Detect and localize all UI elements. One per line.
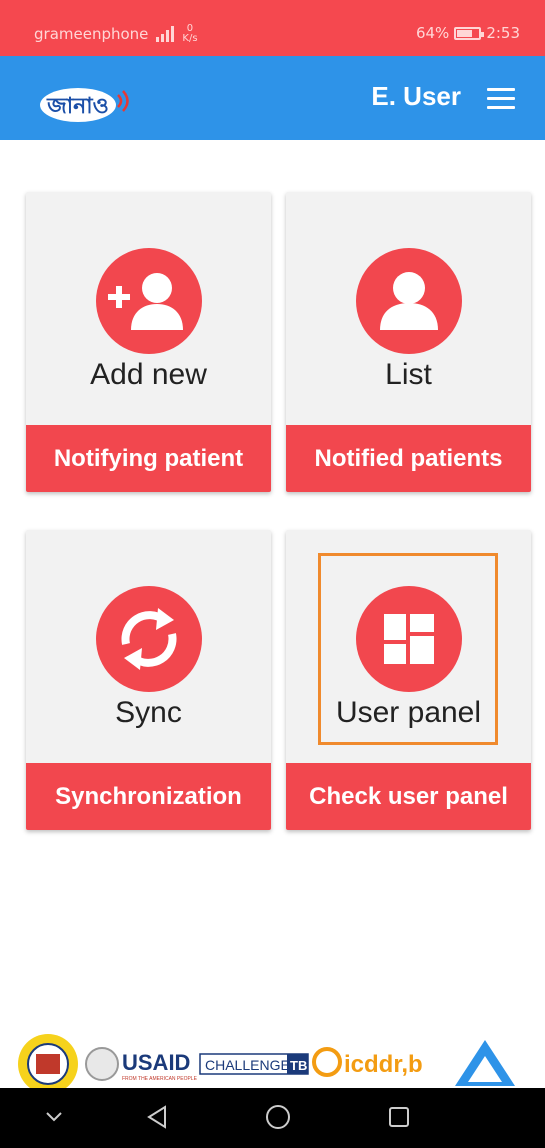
user-icon	[356, 248, 462, 354]
recent-apps-icon[interactable]	[387, 1105, 411, 1129]
health-ministry-logo	[455, 1040, 515, 1086]
status-right: 64% 2:53	[416, 24, 520, 42]
card-title: List	[385, 358, 432, 391]
add-new-card[interactable]: Add new Notifying patient	[26, 192, 271, 492]
battery-percent: 64%	[415, 24, 450, 42]
menu-icon[interactable]	[487, 88, 515, 110]
notifying-patient-button[interactable]: Notifying patient	[26, 425, 271, 492]
back-icon[interactable]	[146, 1104, 168, 1130]
card-title: Sync	[115, 696, 182, 729]
signal-icon	[156, 26, 175, 42]
svg-text:icddr,b: icddr,b	[344, 1051, 423, 1078]
add-user-icon	[96, 248, 202, 354]
selection-highlight	[318, 553, 498, 745]
sync-icon	[96, 586, 202, 692]
status-bar: grameenphone 0 K/s 64% 2:53	[0, 0, 545, 56]
clock: 2:53	[486, 24, 520, 42]
navigation-bar	[0, 1088, 545, 1148]
app-logo[interactable]: জানাও	[38, 83, 138, 125]
list-card[interactable]: List Notified patients	[286, 192, 531, 492]
network-speed: 0 K/s	[182, 24, 197, 44]
battery-icon	[454, 26, 485, 40]
user-name: E. User	[371, 81, 461, 111]
synchronization-button[interactable]: Synchronization	[26, 763, 271, 830]
svg-text:USAID: USAID	[122, 1050, 190, 1075]
govt-seal-logo	[18, 1034, 78, 1094]
home-icon[interactable]	[265, 1104, 291, 1130]
sync-card[interactable]: Sync Synchronization	[26, 530, 271, 830]
svg-text:CHALLENGE: CHALLENGE	[205, 1057, 290, 1073]
notified-patients-button[interactable]: Notified patients	[286, 425, 531, 492]
svg-text:TB: TB	[290, 1058, 307, 1073]
usaid-logo: USAID FROM THE AMERICAN PEOPLE	[85, 1047, 198, 1082]
chevron-down-icon[interactable]	[44, 1109, 64, 1123]
check-user-panel-button[interactable]: Check user panel	[286, 763, 531, 830]
status-left: grameenphone 0 K/s	[34, 24, 198, 44]
network-speed-unit: K/s	[182, 33, 198, 44]
challenge-tb-logo: CHALLENGE TB	[199, 1053, 309, 1075]
carrier-name: grameenphone	[34, 25, 149, 43]
card-title: Add new	[90, 358, 207, 391]
icddrb-logo: icddr,b	[312, 1047, 423, 1078]
logo-text: জানাও	[46, 94, 109, 119]
svg-text:FROM THE AMERICAN PEOPLE: FROM THE AMERICAN PEOPLE	[122, 1076, 198, 1082]
